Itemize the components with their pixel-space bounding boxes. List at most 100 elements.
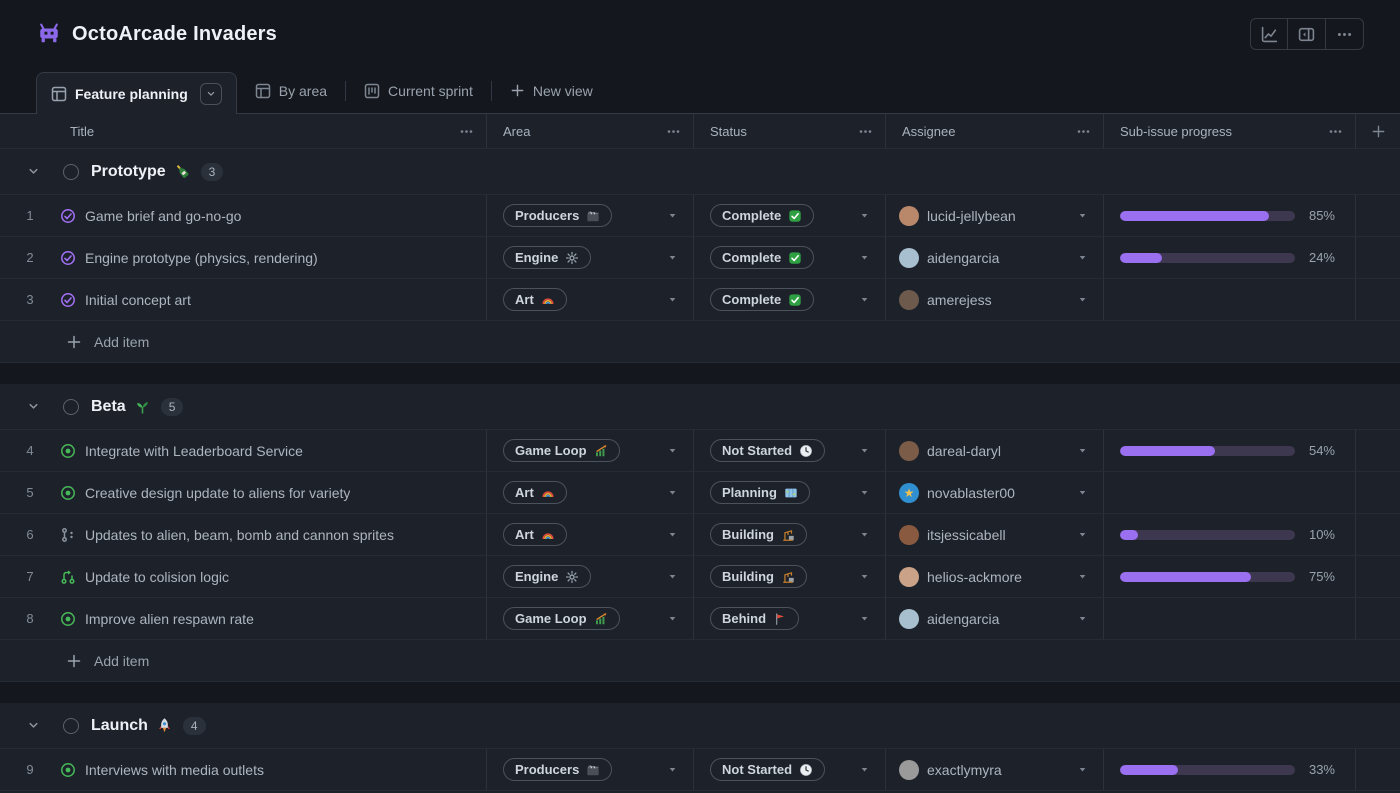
side-panel-button[interactable]: [1288, 18, 1326, 50]
chevron-down-icon[interactable]: [1076, 251, 1089, 264]
add-column-button[interactable]: [1356, 114, 1400, 148]
row-number: 1: [26, 208, 34, 223]
chevron-down-icon[interactable]: [858, 612, 871, 625]
assignee-cell[interactable]: amerejess: [886, 279, 1104, 320]
assignee-cell[interactable]: lucid-jellybean: [886, 195, 1104, 236]
chevron-down-icon[interactable]: [858, 444, 871, 457]
group-header-launch: Launch 4: [0, 703, 1400, 749]
column-area[interactable]: Area: [487, 114, 694, 148]
area-cell[interactable]: Art: [487, 472, 694, 513]
issue-title[interactable]: Initial concept art: [85, 292, 191, 308]
add-item-button[interactable]: Add item: [0, 321, 1400, 363]
area-cell[interactable]: Game Loop: [487, 598, 694, 639]
status-cell[interactable]: Complete: [694, 279, 886, 320]
issue-title[interactable]: Improve alien respawn rate: [85, 611, 254, 627]
issue-title[interactable]: Engine prototype (physics, rendering): [85, 250, 318, 266]
chevron-down-icon[interactable]: [858, 528, 871, 541]
issue-title[interactable]: Integrate with Leaderboard Service: [85, 443, 303, 459]
chevron-down-icon[interactable]: [1076, 763, 1089, 776]
column-menu-icon[interactable]: [459, 124, 474, 139]
chevron-down-icon[interactable]: [666, 251, 679, 264]
chevron-down-icon[interactable]: [1076, 486, 1089, 499]
assignee-cell[interactable]: ★ novablaster00: [886, 472, 1104, 513]
chevron-down-icon[interactable]: [666, 486, 679, 499]
status-cell[interactable]: Not Started: [694, 749, 886, 790]
insights-button[interactable]: [1250, 18, 1288, 50]
progress-cell: 75%: [1104, 556, 1356, 597]
issue-title[interactable]: Update to colision logic: [85, 569, 229, 585]
collapse-chevron-icon[interactable]: [26, 399, 41, 414]
column-title[interactable]: Title: [0, 114, 487, 148]
area-cell[interactable]: Game Loop: [487, 430, 694, 471]
chevron-down-icon[interactable]: [1076, 293, 1089, 306]
assignee-cell[interactable]: helios-ackmore: [886, 556, 1104, 597]
chevron-down-icon[interactable]: [858, 293, 871, 306]
area-cell[interactable]: Producers: [487, 195, 694, 236]
chevron-down-icon[interactable]: [666, 209, 679, 222]
chevron-down-icon[interactable]: [666, 570, 679, 583]
area-cell[interactable]: Engine: [487, 237, 694, 278]
chevron-down-icon[interactable]: [666, 612, 679, 625]
issue-title[interactable]: Game brief and go-no-go: [85, 208, 241, 224]
status-cell[interactable]: Behind: [694, 598, 886, 639]
status-cell[interactable]: Planning: [694, 472, 886, 513]
chevron-down-icon[interactable]: [666, 293, 679, 306]
building-construction-emoji-icon: [781, 528, 795, 542]
status-cell[interactable]: Complete: [694, 237, 886, 278]
add-item-button[interactable]: Add item: [0, 640, 1400, 682]
issue-title[interactable]: Updates to alien, beam, bomb and cannon …: [85, 527, 394, 543]
chevron-down-icon[interactable]: [1076, 570, 1089, 583]
assignee-cell[interactable]: exactlymyra: [886, 749, 1104, 790]
area-cell[interactable]: Engine: [487, 556, 694, 597]
column-menu-icon[interactable]: [1076, 124, 1091, 139]
chevron-down-icon[interactable]: [858, 486, 871, 499]
area-cell[interactable]: Art: [487, 279, 694, 320]
issue-title[interactable]: Interviews with media outlets: [85, 762, 264, 778]
chevron-down-icon[interactable]: [1076, 612, 1089, 625]
assignee-cell[interactable]: aidengarcia: [886, 598, 1104, 639]
tab-feature-planning[interactable]: Feature planning: [36, 72, 237, 114]
column-status[interactable]: Status: [694, 114, 886, 148]
open-pull-request-icon: [60, 569, 76, 585]
collapse-chevron-icon[interactable]: [26, 164, 41, 179]
chevron-down-icon[interactable]: [666, 444, 679, 457]
assignee-cell[interactable]: dareal-daryl: [886, 430, 1104, 471]
empty-cell: [1356, 514, 1400, 555]
chevron-down-icon[interactable]: [1076, 444, 1089, 457]
collapse-chevron-icon[interactable]: [26, 718, 41, 733]
column-menu-icon[interactable]: [1328, 124, 1343, 139]
progress-percent: 10%: [1308, 527, 1335, 542]
column-menu-icon[interactable]: [666, 124, 681, 139]
more-options-button[interactable]: [1326, 18, 1364, 50]
group-status-circle-icon: [63, 163, 79, 180]
new-view-button[interactable]: New view: [492, 68, 611, 113]
status-cell[interactable]: Building: [694, 556, 886, 597]
chevron-down-icon[interactable]: [858, 209, 871, 222]
chevron-down-icon[interactable]: [1076, 528, 1089, 541]
issue-title[interactable]: Creative design update to aliens for var…: [85, 485, 350, 501]
chevron-down-icon[interactable]: [858, 763, 871, 776]
chevron-down-icon[interactable]: [666, 763, 679, 776]
tab-current-sprint[interactable]: Current sprint: [346, 68, 491, 113]
chevron-down-icon[interactable]: [858, 251, 871, 264]
column-menu-icon[interactable]: [858, 124, 873, 139]
column-assignee[interactable]: Assignee: [886, 114, 1104, 148]
assignee-cell[interactable]: aidengarcia: [886, 237, 1104, 278]
building-construction-emoji-icon: [781, 570, 795, 584]
status-cell[interactable]: Complete: [694, 195, 886, 236]
tab-by-area[interactable]: By area: [237, 68, 345, 113]
avatar: [899, 247, 919, 268]
assignee-cell[interactable]: itsjessicabell: [886, 514, 1104, 555]
area-cell[interactable]: Producers: [487, 749, 694, 790]
progress-bar: [1120, 210, 1295, 221]
column-sub-issue-progress[interactable]: Sub-issue progress: [1104, 114, 1356, 148]
chevron-down-icon[interactable]: [666, 528, 679, 541]
area-cell[interactable]: Art: [487, 514, 694, 555]
chevron-down-icon[interactable]: [1076, 209, 1089, 222]
plus-icon: [66, 653, 82, 669]
status-cell[interactable]: Not Started: [694, 430, 886, 471]
plus-icon: [66, 334, 82, 350]
chevron-down-icon[interactable]: [858, 570, 871, 583]
status-cell[interactable]: Building: [694, 514, 886, 555]
view-options-button[interactable]: [199, 82, 222, 105]
